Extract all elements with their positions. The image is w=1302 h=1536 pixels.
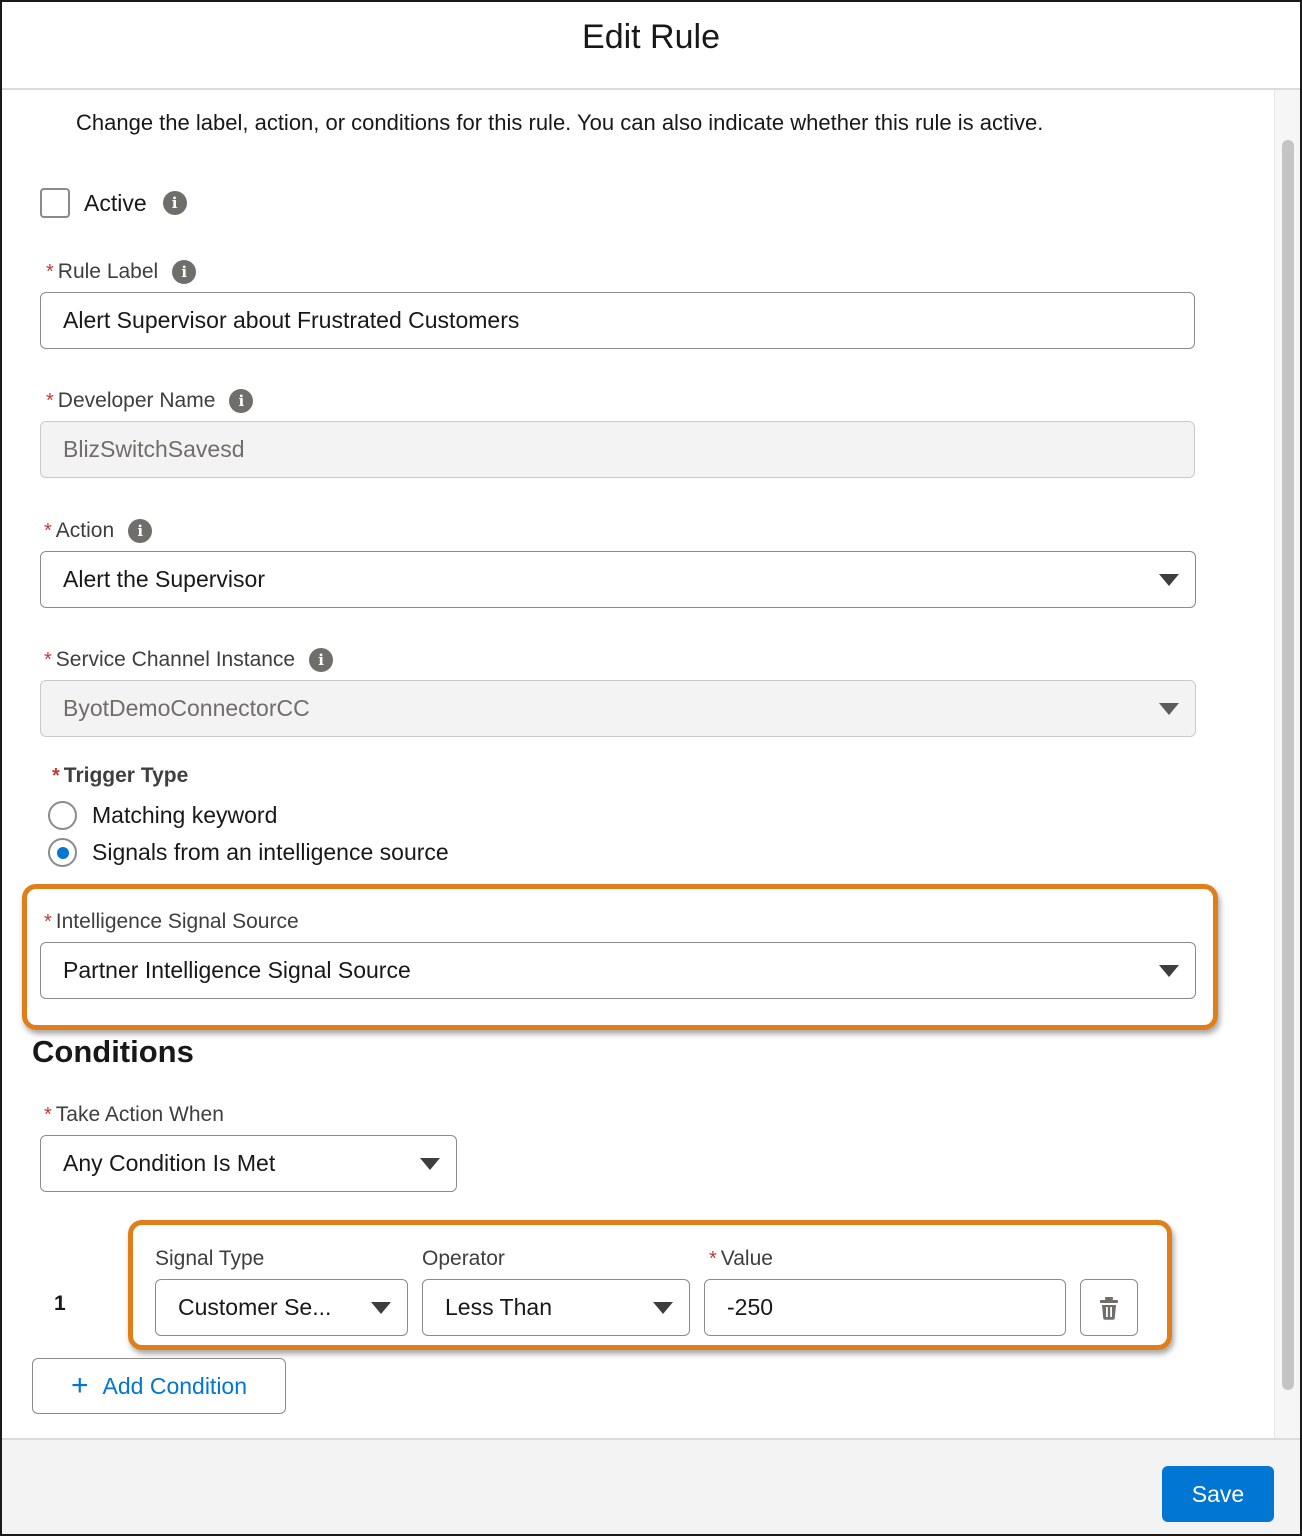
condition-row-number: 1 [54,1292,66,1315]
action-value: Alert the Supervisor [63,566,265,592]
delete-condition-button[interactable] [1080,1279,1138,1336]
chevron-down-icon [653,1301,673,1314]
signal-source-select[interactable]: Partner Intelligence Signal Source [40,942,1196,999]
add-condition-label: Add Condition [102,1372,248,1399]
radio-label: Matching keyword [92,802,278,828]
signal-source-label: * Intelligence Signal Source [44,910,299,934]
developer-name-value: BlizSwitchSavesd [63,436,245,462]
signal-source-value: Partner Intelligence Signal Source [63,957,411,983]
developer-name-input: BlizSwitchSavesd [40,421,1195,478]
trash-icon [1100,1296,1118,1320]
chevron-down-icon [371,1301,391,1314]
required-marker: * [46,260,54,283]
rule-label-value: Alert Supervisor about Frustrated Custom… [63,307,520,333]
chevron-down-icon [1159,964,1179,977]
value-label: * Value [709,1247,773,1271]
service-channel-text: Service Channel Instance [55,648,296,671]
required-marker: * [52,765,60,787]
rule-label-input[interactable]: Alert Supervisor about Frustrated Custom… [40,292,1195,349]
rule-label-label: * Rule Label i [46,260,197,284]
modal-body: Change the label, action, or conditions … [2,90,1274,1440]
operator-value: Less Than [445,1294,552,1320]
modal-footer: Save [2,1438,1300,1534]
info-icon[interactable]: i [128,519,153,543]
trigger-type-label: * Trigger Type [52,764,188,788]
signal-type-label: Signal Type [155,1247,265,1270]
value-label-text: Value [720,1247,773,1270]
info-icon[interactable]: i [162,191,187,215]
signal-type-select[interactable]: Customer Se... [155,1279,408,1336]
active-checkbox[interactable] [40,188,70,218]
radio-matching-keyword[interactable]: Matching keyword [48,801,277,830]
developer-name-label: * Developer Name i [46,389,254,413]
required-marker: * [44,519,52,542]
conditions-title: Conditions [32,1034,194,1069]
required-marker: * [44,1103,52,1126]
rule-label-text: Rule Label [57,260,159,283]
signal-source-text: Intelligence Signal Source [55,910,299,933]
plus-icon: + [70,1369,89,1402]
modal-title: Edit Rule [582,17,720,56]
scrollbar[interactable] [1274,90,1300,1440]
action-select[interactable]: Alert the Supervisor [40,551,1196,608]
chevron-down-icon [1159,573,1179,586]
take-action-label: * Take Action When [44,1103,224,1127]
action-text: Action [55,519,115,542]
take-action-text: Take Action When [55,1103,224,1126]
operator-label: Operator [422,1247,505,1270]
chevron-down-icon [420,1157,440,1170]
save-button[interactable]: Save [1162,1466,1274,1522]
radio-signals-intelligence[interactable]: Signals from an intelligence source [48,838,449,867]
radio-label: Signals from an intelligence source [92,839,449,865]
required-marker: * [46,389,54,412]
edit-rule-modal: Edit Rule Change the label, action, or c… [0,0,1302,1536]
info-icon[interactable]: i [172,260,197,284]
service-channel-select: ByotDemoConnectorCC [40,680,1196,737]
value-value: -250 [727,1294,774,1320]
take-action-select[interactable]: Any Condition Is Met [40,1135,457,1192]
trigger-type-text: Trigger Type [63,764,189,787]
radio-button-selected[interactable] [48,838,77,867]
required-marker: * [44,910,52,933]
add-condition-button[interactable]: + Add Condition [32,1358,286,1414]
value-input[interactable]: -250 [704,1279,1066,1336]
required-marker: * [44,648,52,671]
active-label: Active [84,189,147,216]
action-label: * Action i [44,519,153,543]
signal-type-value: Customer Se... [178,1294,332,1320]
service-channel-value: ByotDemoConnectorCC [63,695,310,721]
info-icon[interactable]: i [309,648,334,672]
modal-description: Change the label, action, or conditions … [76,110,1044,135]
operator-select[interactable]: Less Than [422,1279,690,1336]
active-row: Active i [40,188,187,218]
radio-button[interactable] [48,801,77,830]
service-channel-label: * Service Channel Instance i [44,648,334,672]
chevron-down-icon [1159,702,1179,715]
radio-dot [56,846,69,859]
required-marker: * [709,1247,717,1270]
info-icon[interactable]: i [229,389,254,413]
take-action-value: Any Condition Is Met [63,1150,276,1176]
developer-name-text: Developer Name [57,389,216,412]
modal-header: Edit Rule [2,2,1300,90]
scrollbar-thumb[interactable] [1282,140,1294,1390]
